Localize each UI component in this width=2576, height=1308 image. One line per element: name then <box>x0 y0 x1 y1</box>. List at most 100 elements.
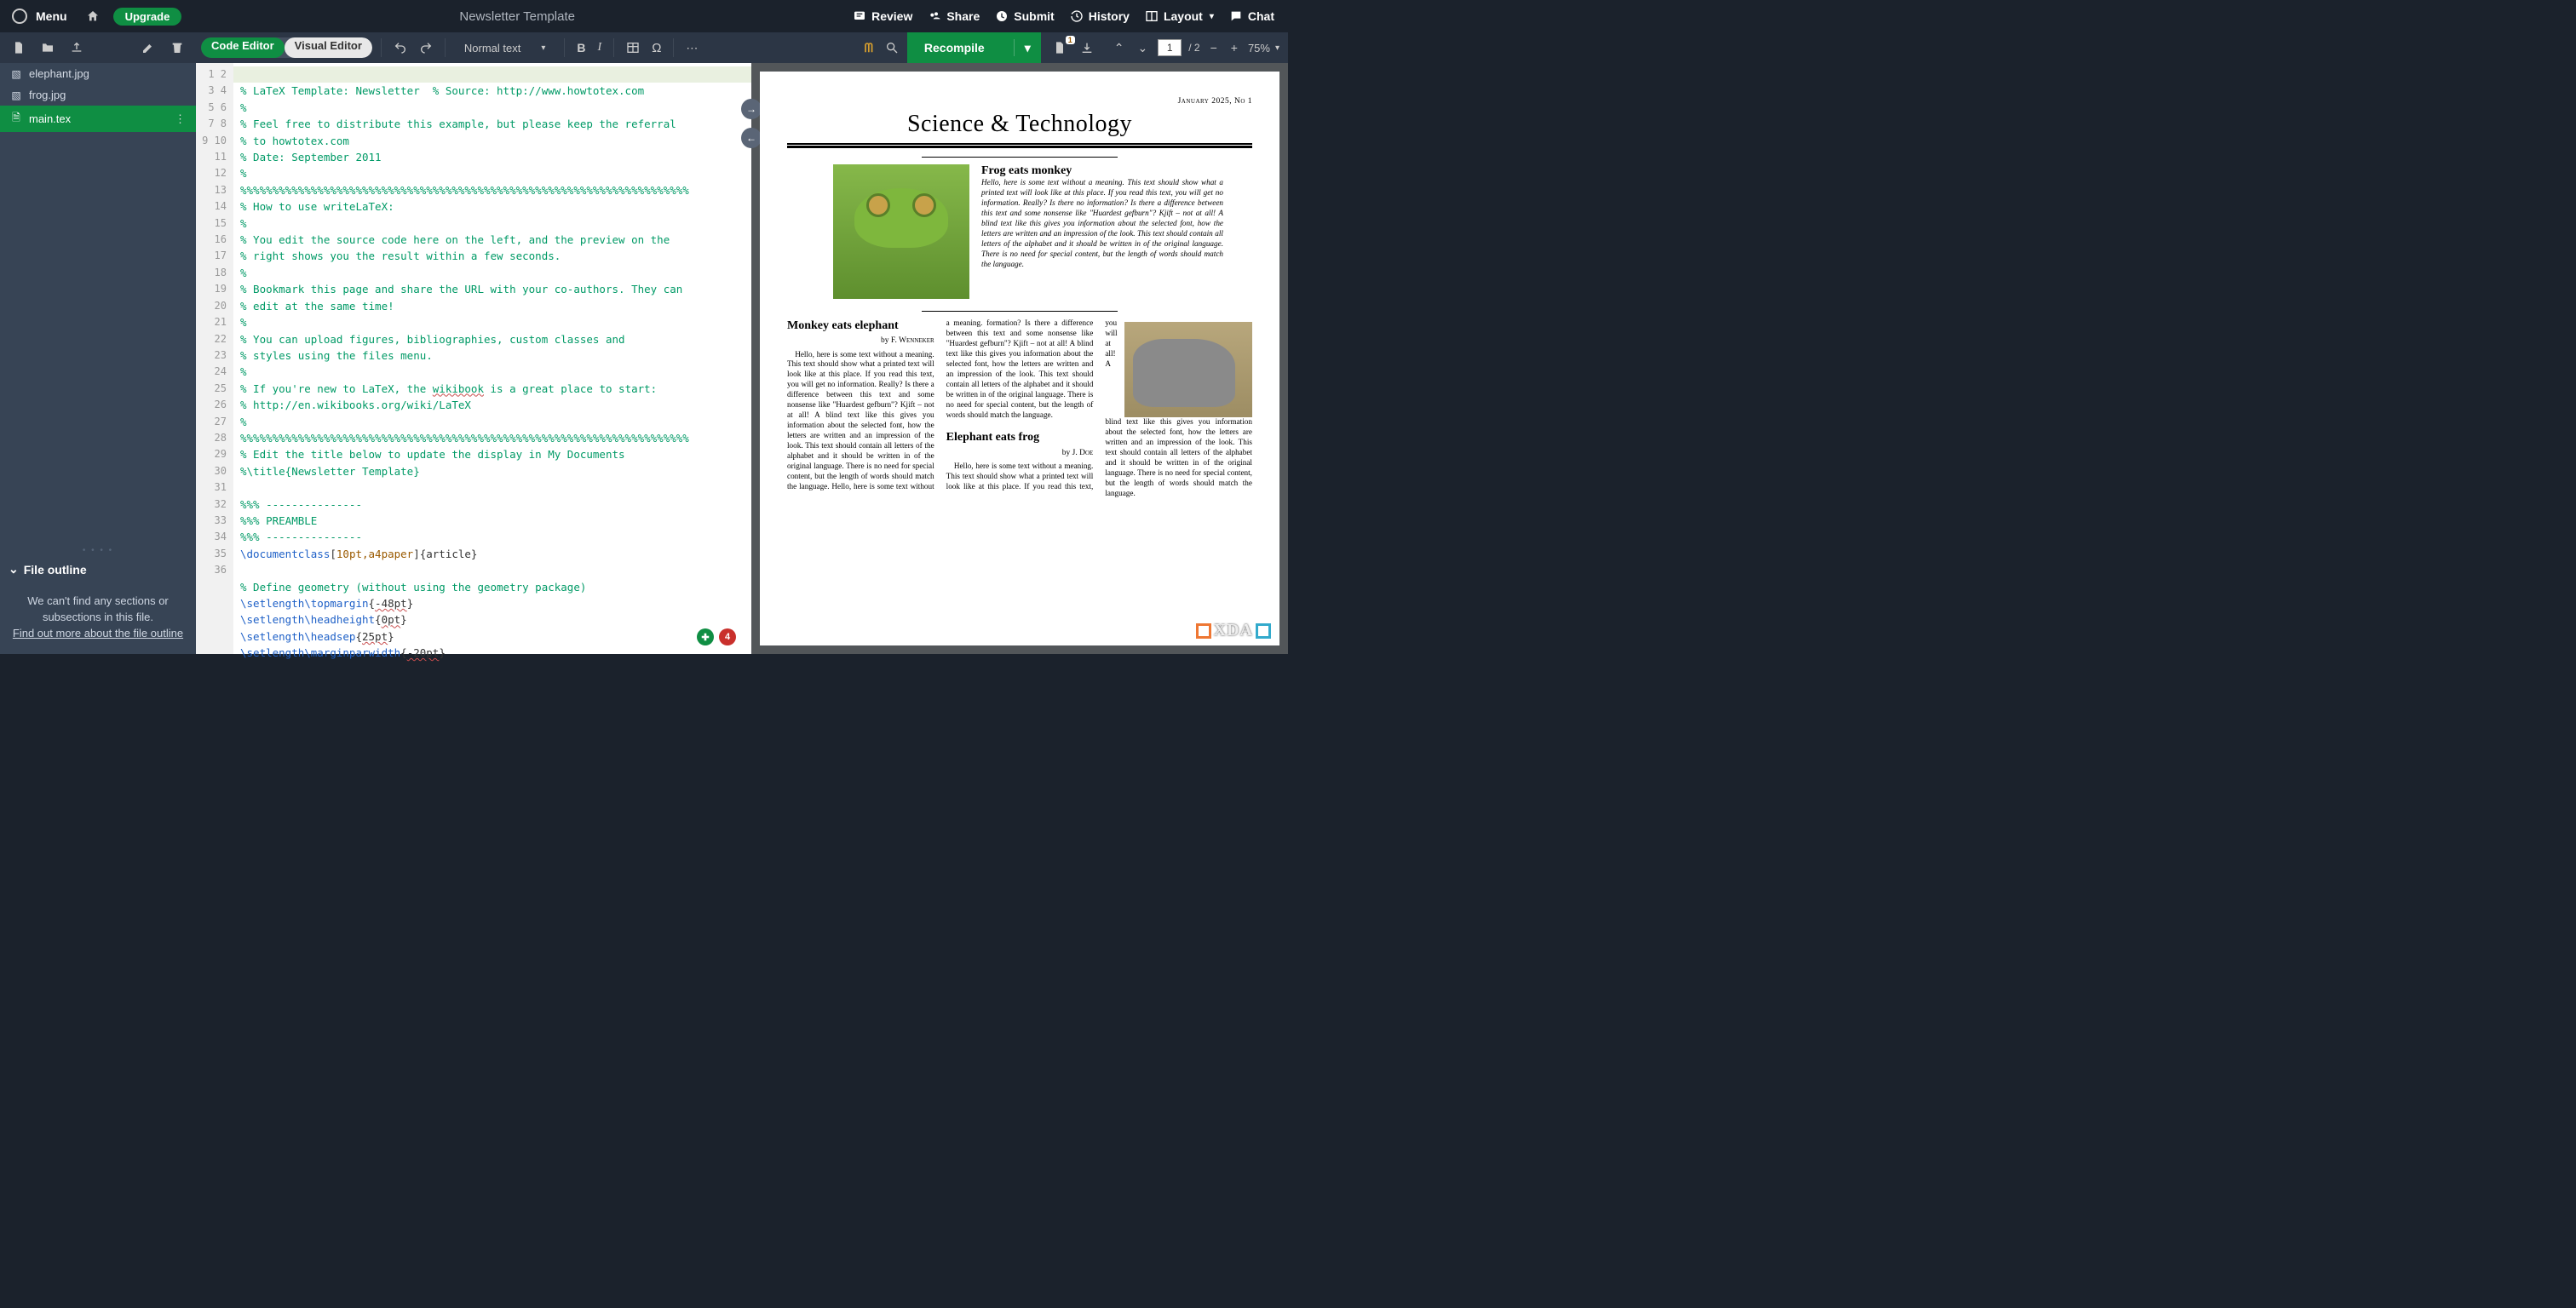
submit-button[interactable]: Submit <box>995 9 1054 23</box>
file-outline-header[interactable]: ⌄ File outline <box>0 557 196 582</box>
code-editor-tab[interactable]: Code Editor <box>201 37 285 58</box>
more-button[interactable]: ⋯ <box>682 39 701 57</box>
pdf-page: January 2025, No 1 Science & Technology … <box>760 72 1279 645</box>
insert-symbol-button[interactable]: Ω <box>648 39 664 57</box>
share-icon <box>928 9 941 23</box>
file-menu-button[interactable]: ⋮ <box>175 112 186 126</box>
new-folder-button[interactable] <box>37 39 58 56</box>
trash-icon <box>170 41 184 54</box>
zoom-in-button[interactable]: + <box>1228 39 1241 56</box>
file-tree-sidebar: ▧ elephant.jpg ▧ frog.jpg 🗎 main.tex ⋮ • • • •… <box>0 63 196 654</box>
file-outline-help-link[interactable]: Find out more about the file outline <box>12 626 184 642</box>
file-name: frog.jpg <box>29 89 66 101</box>
share-button[interactable]: Share <box>928 9 980 23</box>
menu-button[interactable]: Menu <box>7 5 72 27</box>
history-button[interactable]: History <box>1070 9 1130 23</box>
file-name: elephant.jpg <box>29 67 89 80</box>
zoom-dropdown[interactable]: 75%▾ <box>1248 42 1279 54</box>
document-title[interactable]: Newsletter Template <box>188 9 846 24</box>
prev-highlight-button[interactable]: ⌃ <box>1111 39 1128 57</box>
undo-icon <box>394 41 407 54</box>
code-diagnostics[interactable]: ✚ 4 <box>697 628 736 645</box>
table-icon <box>626 41 640 54</box>
xda-watermark: XDA <box>1196 621 1271 640</box>
redo-icon <box>419 41 433 54</box>
upload-button[interactable] <box>66 39 87 56</box>
menu-label: Menu <box>36 9 67 23</box>
folder-icon <box>41 41 55 54</box>
new-file-button[interactable] <box>9 39 29 56</box>
log-count-badge: 1 <box>1066 36 1075 44</box>
top-right-actions: Review Share Submit History Layout▾ Chat <box>853 9 1281 23</box>
layout-icon <box>1145 9 1159 23</box>
pencil-icon <box>141 41 155 54</box>
home-button[interactable] <box>79 3 106 30</box>
layout-button[interactable]: Layout▾ <box>1145 9 1214 23</box>
submit-icon <box>995 9 1009 23</box>
search-button[interactable] <box>882 39 902 56</box>
file-name: main.tex <box>29 112 71 125</box>
image-icon: ▧ <box>10 68 22 80</box>
columns-area: Monkey eats elephant by F. Wenneker Hell… <box>787 318 1252 499</box>
article3-byline: by J. Doe <box>946 448 1094 458</box>
file-item-main-tex[interactable]: 🗎 main.tex ⋮ <box>0 106 196 132</box>
home-icon <box>86 9 100 23</box>
suggestions-badge[interactable]: ✚ <box>697 628 714 645</box>
frog-image <box>833 164 969 299</box>
collapse-preview-button[interactable]: ← <box>741 128 762 148</box>
chevron-down-icon: ▾ <box>1210 12 1214 21</box>
review-icon <box>853 9 866 23</box>
visual-editor-tab[interactable]: Visual Editor <box>285 37 372 58</box>
chat-icon <box>1229 9 1243 23</box>
file-icon <box>12 41 26 54</box>
history-icon <box>1070 9 1084 23</box>
newsletter-masthead: Science & Technology <box>787 111 1252 138</box>
bold-button[interactable]: B <box>573 39 589 56</box>
italic-button[interactable]: I <box>595 39 606 56</box>
chevron-down-icon: ⌄ <box>9 562 19 577</box>
download-icon <box>1080 41 1094 54</box>
editor-mode-toggle[interactable]: Code Editor Visual Editor <box>201 37 372 58</box>
rename-button[interactable] <box>138 39 158 56</box>
file-item-frog-jpg[interactable]: ▧ frog.jpg <box>0 84 196 106</box>
toolbar: Code Editor Visual Editor Normal text▾ B… <box>0 32 1288 63</box>
upload-icon <box>70 41 83 54</box>
recompile-dropdown[interactable]: ▾ <box>1014 39 1041 56</box>
article2-byline: by F. Wenneker <box>787 336 934 346</box>
image-icon: ▧ <box>10 89 22 101</box>
article1-title: Frog eats monkey <box>981 164 1223 178</box>
search-icon <box>885 41 899 54</box>
line-gutter: 1 2 3 4 5 6 7 8 9 10 11 12 13 14 15 16 1… <box>196 63 233 654</box>
delete-button[interactable] <box>167 39 187 56</box>
chevron-down-icon: ▾ <box>541 43 545 53</box>
overleaf-logo-icon <box>12 9 27 24</box>
file-item-elephant-jpg[interactable]: ▧ elephant.jpg <box>0 63 196 84</box>
page-total: / 2 <box>1188 42 1199 54</box>
errors-badge[interactable]: 4 <box>719 628 736 645</box>
top-bar: Menu Upgrade Newsletter Template Review … <box>0 0 1288 32</box>
file-icon <box>1053 41 1067 54</box>
download-pdf-button[interactable] <box>1077 39 1097 56</box>
upgrade-button[interactable]: Upgrade <box>113 8 182 26</box>
ai-button[interactable]: ᗰ <box>861 39 877 57</box>
paragraph-style-dropdown[interactable]: Normal text▾ <box>454 38 556 58</box>
page-number-input[interactable] <box>1158 39 1182 56</box>
next-highlight-button[interactable]: ⌄ <box>1134 39 1151 57</box>
recompile-button[interactable]: Recompile ▾ <box>907 32 1041 63</box>
code-area[interactable]: %%%%%%%%%%%%%%%%%%%%%%%%%%%%%%%%%%%%%%%%… <box>233 63 751 654</box>
chat-button[interactable]: Chat <box>1229 9 1274 23</box>
file-outline-empty: We can't find any sections or subsection… <box>0 582 196 654</box>
collapse-editor-button[interactable]: → <box>741 99 762 119</box>
zoom-out-button[interactable]: − <box>1207 39 1221 56</box>
review-button[interactable]: Review <box>853 9 912 23</box>
insert-table-button[interactable] <box>623 39 643 56</box>
logs-button[interactable]: 1 <box>1049 39 1070 56</box>
elephant-image <box>1124 322 1252 417</box>
resize-handle[interactable]: • • • • <box>0 544 196 557</box>
redo-button[interactable] <box>416 39 436 56</box>
code-editor[interactable]: 1 2 3 4 5 6 7 8 9 10 11 12 13 14 15 16 1… <box>196 63 751 654</box>
pdf-preview[interactable]: January 2025, No 1 Science & Technology … <box>751 63 1288 654</box>
undo-button[interactable] <box>390 39 411 56</box>
article1-body: Hello, here is some text without a meani… <box>981 178 1223 270</box>
file-icon: 🗎 <box>10 110 22 128</box>
